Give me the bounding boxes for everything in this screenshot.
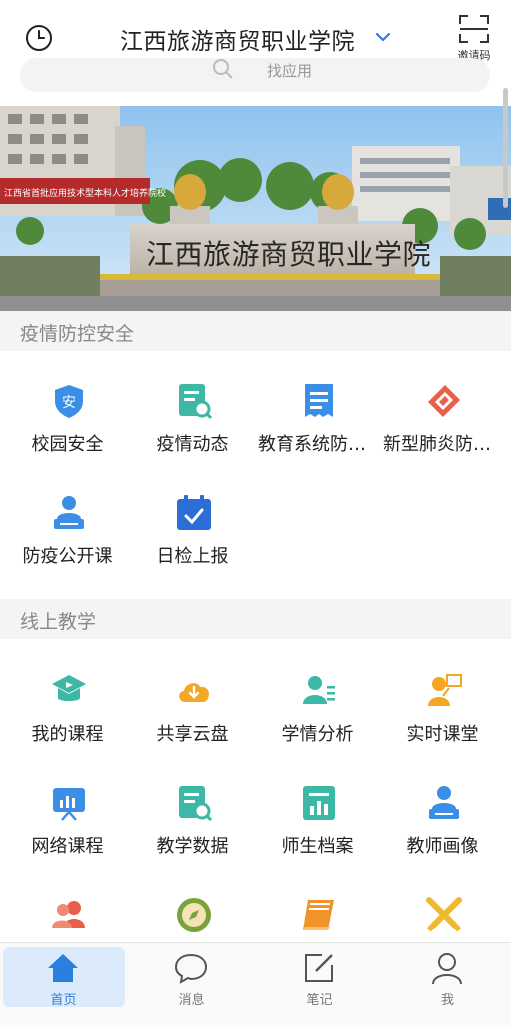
app-label: 共享云盘 xyxy=(156,724,229,745)
app-online-courses[interactable]: 网络课程 xyxy=(4,760,131,872)
lecturer-icon xyxy=(429,786,459,819)
lecturer-icon xyxy=(54,496,84,529)
app-label: 教育系统防疫知识 xyxy=(258,434,377,455)
app-education-prevention[interactable]: 教育系统防疫知识 xyxy=(254,358,381,470)
scan-icon[interactable] xyxy=(458,14,490,44)
bar-chart-icon xyxy=(303,786,335,820)
history-clock-icon[interactable] xyxy=(25,24,53,52)
edit-note-icon xyxy=(305,954,333,982)
compass-icon xyxy=(177,898,211,932)
search-input[interactable]: 找应用 xyxy=(20,58,490,92)
section-header-epidemic: 疫情防控安全 xyxy=(0,311,511,351)
app-live-classroom[interactable]: 实时课堂 xyxy=(379,648,506,760)
book-icon xyxy=(303,900,334,930)
app-learning-analysis[interactable]: 学情分析 xyxy=(254,648,381,760)
tab-messages[interactable]: 消息 xyxy=(128,943,255,1025)
app-label: 疫情动态 xyxy=(156,434,229,455)
app-campus-safety[interactable]: 安 校园安全 xyxy=(4,358,131,470)
person-icon xyxy=(432,953,462,985)
app-label: 实时课堂 xyxy=(406,724,479,745)
user-list-icon xyxy=(303,676,335,704)
app-label: 日检上报 xyxy=(156,546,229,567)
app-pneumonia-guide[interactable]: 新型肺炎防控指南 xyxy=(379,358,506,470)
calendar-check-icon xyxy=(177,495,211,530)
svg-text:安: 安 xyxy=(62,395,76,411)
section-title: 疫情防控安全 xyxy=(20,323,135,345)
app-daily-report[interactable]: 日检上报 xyxy=(129,470,256,582)
scrollbar[interactable] xyxy=(503,88,508,208)
campus-gate-image: 江西省首批应用技术型本科人才培养院校 江西旅游商贸职业学院 xyxy=(0,106,511,311)
app-prevention-course[interactable]: 防疫公开课 xyxy=(4,470,131,582)
tab-label: 首页 xyxy=(50,993,77,1008)
tag-icon xyxy=(428,385,460,417)
section-header-online-teaching: 线上教学 xyxy=(0,599,511,639)
chevron-down-icon[interactable] xyxy=(375,31,391,43)
search-icon xyxy=(213,59,233,79)
tab-home[interactable]: 首页 xyxy=(0,943,127,1025)
app-label: 防疫公开课 xyxy=(22,546,113,567)
people-icon xyxy=(52,901,85,928)
receipt-icon xyxy=(305,384,333,417)
red-slogan-sign: 江西省首批应用技术型本科人才培养院校 xyxy=(4,187,166,198)
document-search-icon xyxy=(179,384,213,420)
app-label: 学情分析 xyxy=(281,724,354,745)
app-teacher-student-records[interactable]: 师生档案 xyxy=(254,760,381,872)
section-title: 线上教学 xyxy=(20,611,97,633)
app-label: 教学数据 xyxy=(156,836,229,857)
shield-icon: 安 xyxy=(55,385,83,418)
school-title[interactable]: 江西旅游商贸职业学院 xyxy=(120,22,355,56)
teacher-board-icon xyxy=(428,674,462,706)
app-teacher-portrait[interactable]: 教师画像 xyxy=(379,760,506,872)
bottom-tab-bar: 首页 消息 笔记 我 xyxy=(0,942,511,1025)
document-search-icon xyxy=(179,786,213,822)
tab-me[interactable]: 我 xyxy=(384,943,511,1025)
crossed-swords-icon xyxy=(426,897,462,932)
course-cap-icon xyxy=(52,675,86,701)
app-my-courses[interactable]: 我的课程 xyxy=(4,648,131,760)
app-label: 我的课程 xyxy=(31,724,104,745)
tab-label: 我 xyxy=(440,993,454,1008)
chat-bubble-icon xyxy=(174,953,208,984)
tab-label: 笔记 xyxy=(306,993,333,1008)
app-label: 师生档案 xyxy=(281,836,354,857)
gate-school-name: 江西旅游商贸职业学院 xyxy=(146,239,431,271)
presentation-icon xyxy=(53,788,85,821)
tab-label: 消息 xyxy=(178,993,205,1008)
app-label: 教师画像 xyxy=(406,836,479,857)
app-epidemic-news[interactable]: 疫情动态 xyxy=(129,358,256,470)
app-teaching-data[interactable]: 教学数据 xyxy=(129,760,256,872)
tab-notes[interactable]: 笔记 xyxy=(256,943,383,1025)
app-shared-cloud-disk[interactable]: 共享云盘 xyxy=(129,648,256,760)
campus-banner[interactable]: 江西省首批应用技术型本科人才培养院校 江西旅游商贸职业学院 xyxy=(0,106,511,311)
home-icon xyxy=(48,954,78,982)
search-placeholder: 找应用 xyxy=(267,62,313,80)
cloud-download-icon xyxy=(179,683,210,702)
app-label: 新型肺炎防控指南 xyxy=(383,434,502,455)
app-label: 校园安全 xyxy=(31,434,104,455)
app-label: 网络课程 xyxy=(31,836,104,857)
